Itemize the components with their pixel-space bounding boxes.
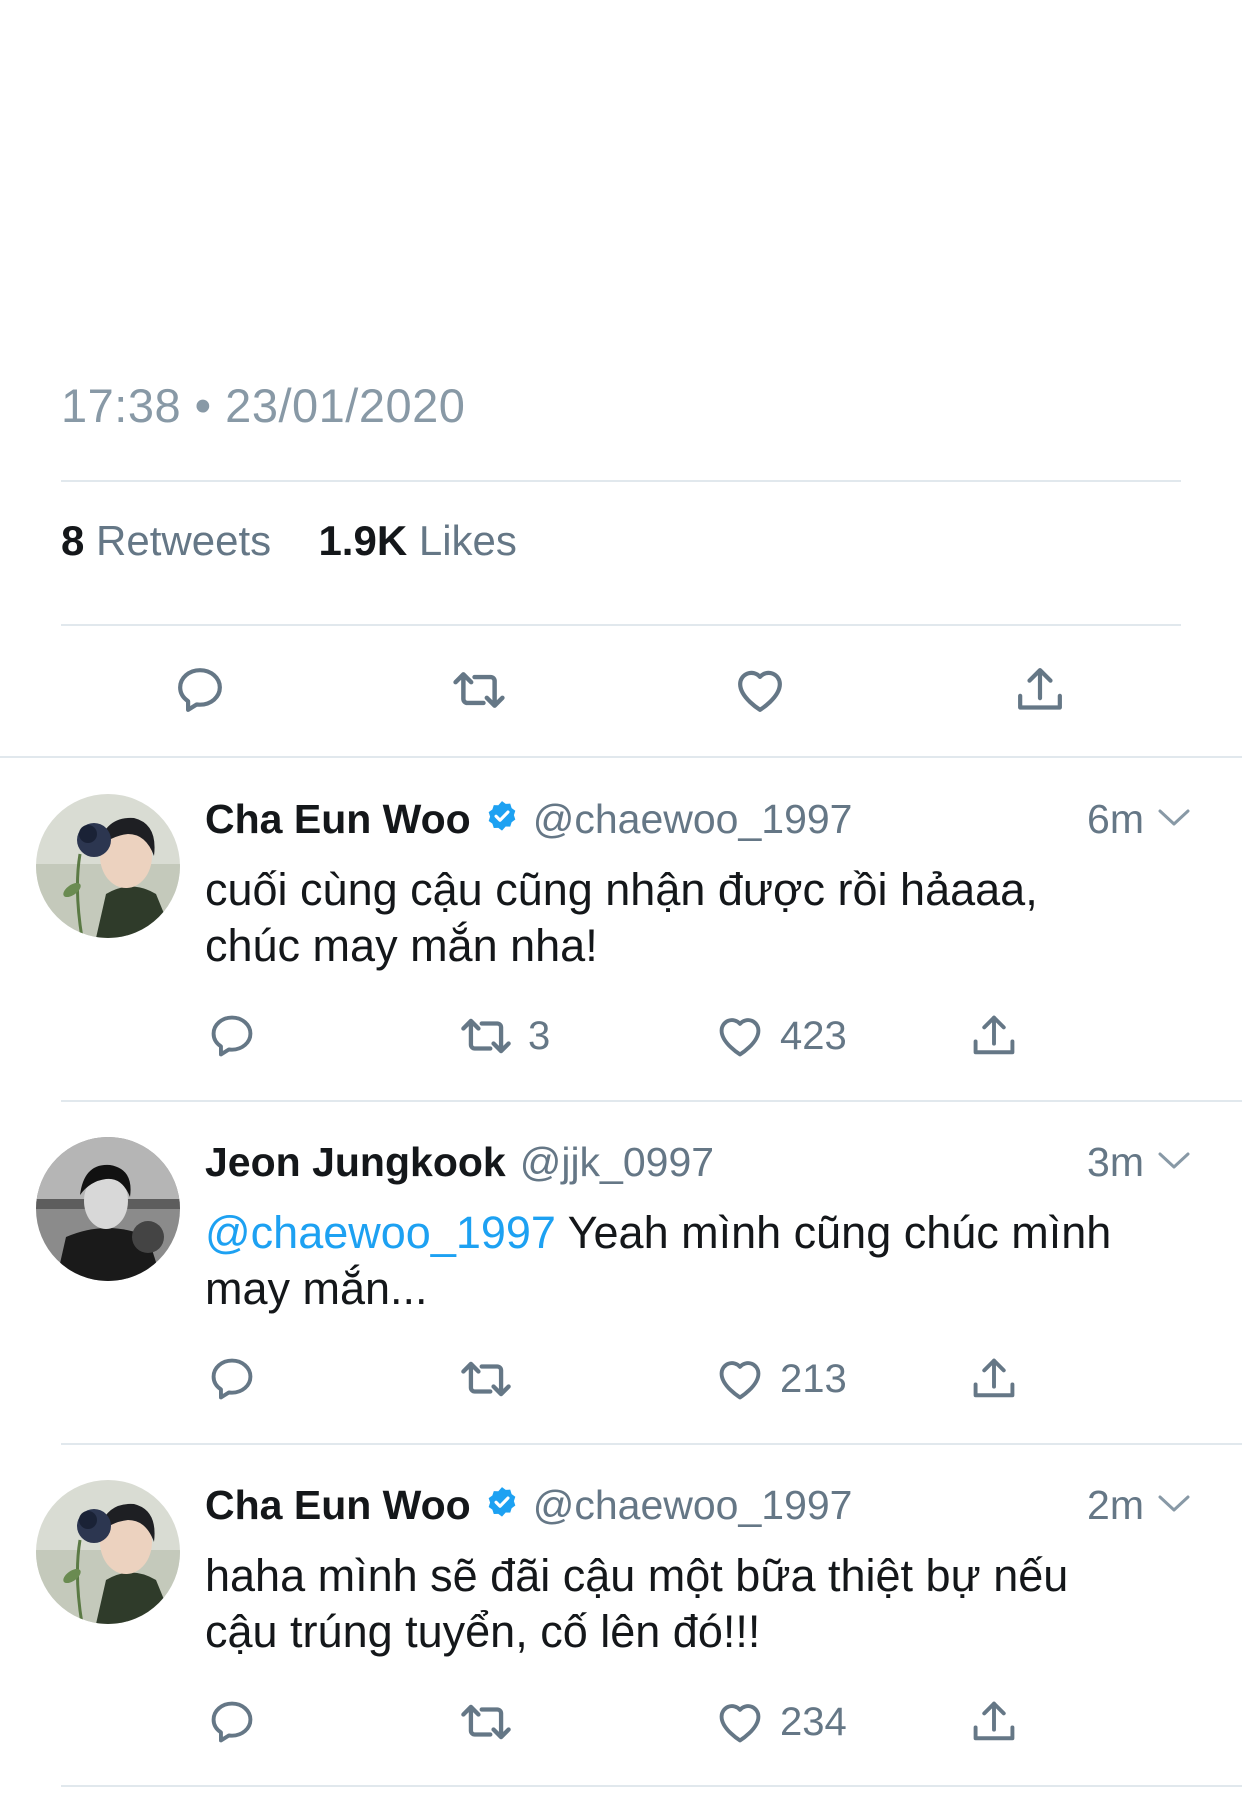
divider xyxy=(61,480,1181,482)
divider xyxy=(61,1443,1242,1445)
share-icon xyxy=(973,1015,1015,1055)
reply-icon xyxy=(211,1701,253,1743)
divider xyxy=(61,624,1181,626)
likes-label: Likes xyxy=(418,517,517,564)
reply-header: Cha Eun Woo @chaewoo_1997 xyxy=(205,1482,853,1529)
like-button[interactable]: 423 xyxy=(714,1010,847,1062)
like-icon xyxy=(719,1704,761,1743)
chevron-down-icon[interactable] xyxy=(1156,806,1192,835)
divider xyxy=(0,756,1242,758)
main-tweet-actions xyxy=(0,662,1242,722)
share-icon xyxy=(973,1701,1015,1741)
reply-button[interactable] xyxy=(172,662,228,718)
like-icon xyxy=(719,1018,761,1057)
like-button[interactable] xyxy=(732,662,788,718)
avatar[interactable] xyxy=(36,794,180,938)
retweets-label: Retweets xyxy=(96,517,272,564)
like-icon xyxy=(719,1361,761,1400)
like-count: 234 xyxy=(780,1699,847,1744)
user-handle[interactable]: @chaewoo_1997 xyxy=(533,1482,853,1529)
reply-text: cuối cùng cậu cũng nhận được rồi hảaaa, … xyxy=(205,862,1185,974)
retweet-count: 3 xyxy=(528,1013,551,1058)
display-name[interactable]: Jeon Jungkook xyxy=(205,1139,506,1186)
tweet-stats: 8 Retweets 1.9K Likes xyxy=(61,517,517,565)
retweet-icon xyxy=(461,1018,511,1054)
reply-text-line: cậu trúng tuyển, cố lên đó!!! xyxy=(205,1606,761,1657)
retweet-button[interactable]: 3 xyxy=(458,1010,550,1062)
display-name[interactable]: Cha Eun Woo xyxy=(205,1482,471,1529)
chevron-down-icon[interactable] xyxy=(1156,1492,1192,1521)
reply-time: 2m xyxy=(1087,1482,1144,1528)
reply-text-line: haha mình sẽ đãi cậu một bữa thiệt bự nế… xyxy=(205,1550,1069,1601)
user-handle[interactable]: @jjk_0997 xyxy=(520,1139,714,1186)
divider xyxy=(61,1100,1242,1102)
mention-link[interactable]: @chaewoo_1997 xyxy=(205,1207,556,1258)
user-handle[interactable]: @chaewoo_1997 xyxy=(533,796,853,843)
retweet-button[interactable] xyxy=(458,1353,514,1405)
share-button[interactable] xyxy=(968,1010,1020,1062)
share-icon xyxy=(973,1358,1015,1398)
reply-text-segment: Yeah mình cũng chúc mình xyxy=(555,1207,1112,1258)
tweet-detail-page: 17:38 • 23/01/2020 8 Retweets 1.9K Likes xyxy=(0,0,1242,1794)
tweet-timestamp: 17:38 • 23/01/2020 xyxy=(61,379,466,432)
reply-time: 3m xyxy=(1087,1139,1144,1185)
like-button[interactable]: 213 xyxy=(714,1353,847,1405)
share-button[interactable] xyxy=(1012,662,1068,718)
like-count: 213 xyxy=(780,1356,847,1401)
reply-header: Cha Eun Woo @chaewoo_1997 xyxy=(205,796,853,843)
reply-button[interactable] xyxy=(206,1353,258,1405)
avatar[interactable] xyxy=(36,1480,180,1624)
likes-count: 1.9K xyxy=(318,517,408,564)
avatar[interactable] xyxy=(36,1137,180,1281)
reply-text-line: cuối cùng cậu cũng nhận được rồi hảaaa, xyxy=(205,864,1038,915)
retweets-stat[interactable]: 8 Retweets xyxy=(61,517,283,564)
reply-time: 6m xyxy=(1087,796,1144,842)
share-icon xyxy=(1018,668,1062,710)
verified-badge-icon xyxy=(485,1482,519,1529)
share-button[interactable] xyxy=(968,1353,1020,1405)
share-button[interactable] xyxy=(968,1696,1020,1748)
divider xyxy=(61,1785,1242,1787)
display-name[interactable]: Cha Eun Woo xyxy=(205,796,471,843)
chevron-down-icon[interactable] xyxy=(1156,1149,1192,1178)
verified-badge-icon xyxy=(485,796,519,843)
retweet-icon xyxy=(461,1361,511,1397)
retweets-count: 8 xyxy=(61,517,85,564)
reply-text-line: may mắn... xyxy=(205,1263,428,1314)
reply-text: @chaewoo_1997 Yeah mình cũng chúc mình m… xyxy=(205,1205,1185,1317)
like-icon xyxy=(738,670,782,712)
reply-text-line: @chaewoo_1997 Yeah mình cũng chúc mình xyxy=(205,1205,1185,1261)
like-count: 423 xyxy=(780,1013,847,1058)
reply-button[interactable] xyxy=(206,1010,258,1062)
reply-button[interactable] xyxy=(206,1696,258,1748)
reply-text-line: chúc may mắn nha! xyxy=(205,920,598,971)
like-button[interactable]: 234 xyxy=(714,1696,847,1748)
retweet-button[interactable] xyxy=(458,1696,514,1748)
reply-header: Jeon Jungkook @jjk_0997 xyxy=(205,1139,714,1186)
retweet-icon xyxy=(453,672,505,708)
reply-icon xyxy=(211,1015,253,1057)
reply-icon xyxy=(211,1358,253,1400)
reply-icon xyxy=(178,668,222,712)
retweet-icon xyxy=(461,1704,511,1740)
reply-text: haha mình sẽ đãi cậu một bữa thiệt bự nế… xyxy=(205,1548,1185,1660)
retweet-button[interactable] xyxy=(450,662,508,718)
likes-stat[interactable]: 1.9K Likes xyxy=(318,517,516,564)
